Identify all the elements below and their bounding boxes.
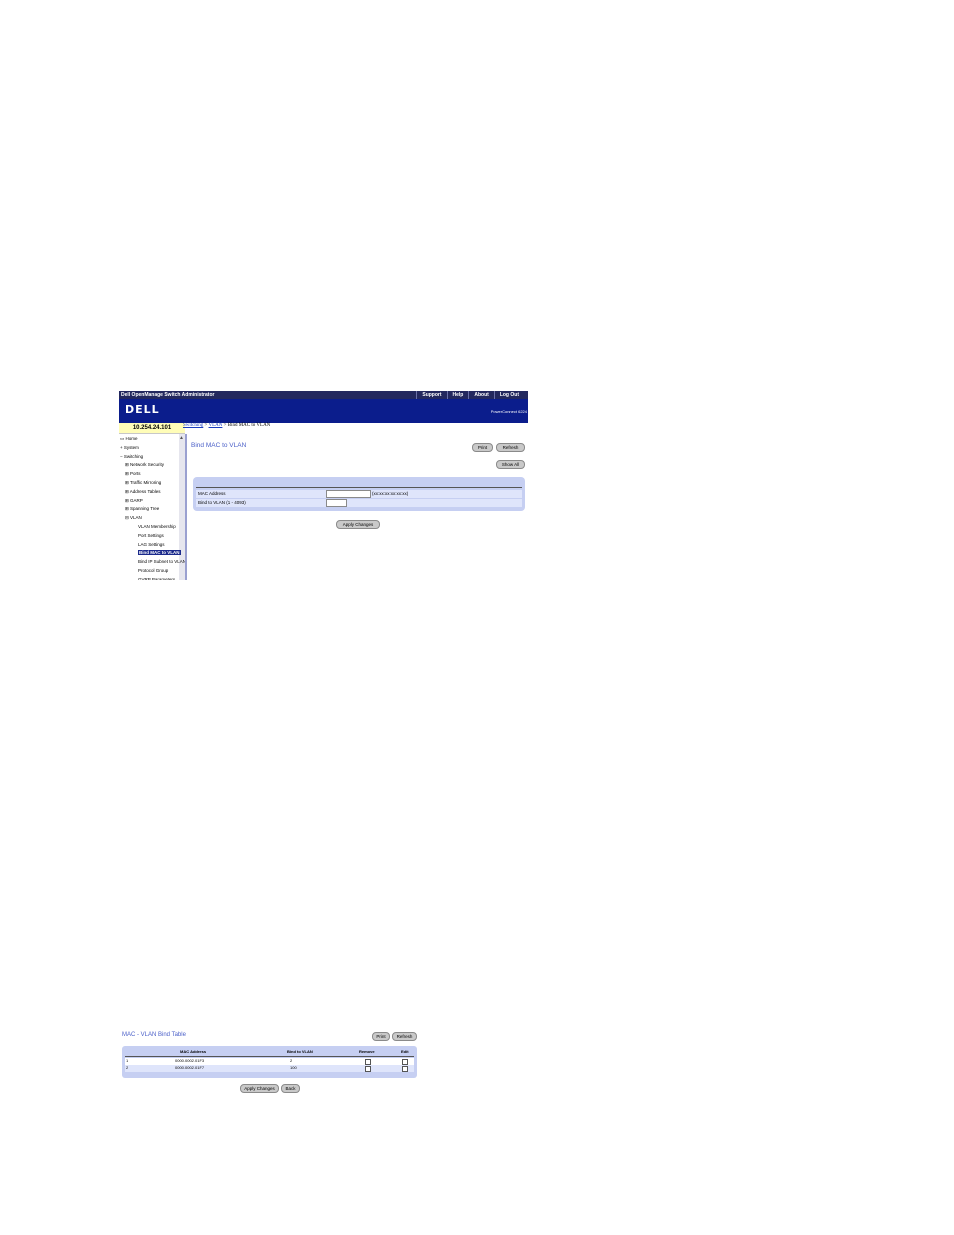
sidebar-item-home[interactable]: ▭ Home — [120, 436, 138, 442]
sidebar-item-label: Home — [125, 436, 138, 441]
vlan-id-input[interactable] — [326, 499, 347, 507]
breadcrumb-vlan[interactable]: VLAN — [209, 423, 223, 428]
back-button[interactable]: Back — [281, 1084, 300, 1093]
remove-checkbox[interactable] — [365, 1066, 371, 1072]
sidebar-item-label: Bind IP Subnet to VLAN — [138, 559, 186, 565]
apply-changes-button[interactable]: Apply Changes — [240, 1084, 279, 1093]
sidebar-item-label: Network Security — [130, 462, 165, 468]
row-vlan: 2 — [290, 1058, 293, 1063]
row-mac: 0000.0002.01F7 — [175, 1065, 205, 1070]
logout-link[interactable]: Log Out — [493, 391, 524, 399]
sidebar-item-bind-ip-subnet-to-vlan[interactable]: Bind IP Subnet to VLAN — [138, 559, 186, 564]
row-mac: 0000.0002.01F3 — [175, 1058, 205, 1063]
sidebar-item-protocol-group[interactable]: Protocol Group — [138, 568, 168, 573]
mac-vlan-table-window: MAC - VLAN Bind Table Print Refresh MAC … — [119, 1030, 419, 1094]
mac-address-label: MAC Address — [198, 491, 226, 496]
sidebar-item-spanning-tree[interactable]: ⊞ Spanning Tree — [125, 506, 159, 512]
top-links: Support Help About Log Out — [416, 391, 524, 399]
vlan-row: Bind to VLAN (1 - 4093) — [196, 499, 522, 507]
mac-address-row: MAC Address (xx:xx:xx:xx:xx:xx) — [196, 490, 522, 498]
sidebar-item-label: Bind MAC to VLAN — [139, 550, 180, 556]
breadcrumb: Switching > VLAN > Bind MAC to VLAN — [183, 423, 270, 428]
print-button[interactable]: Print — [372, 1032, 390, 1041]
dell-logo: DELL — [125, 403, 160, 416]
sidebar-item-label: Spanning Tree — [130, 506, 160, 512]
sidebar-item-traffic-mirroring[interactable]: ⊞ Traffic Mirroring — [125, 480, 161, 486]
switch-admin-window: Dell OpenManage Switch Administrator Sup… — [119, 391, 528, 580]
row-index: 2 — [126, 1065, 129, 1070]
sidebar-item-label: Switching — [123, 453, 144, 459]
refresh-button[interactable]: Refresh — [392, 1032, 417, 1041]
app-title: Dell OpenManage Switch Administrator — [121, 392, 215, 398]
sidebar-item-label: VLAN — [130, 515, 142, 521]
sidebar-item-lag-settings[interactable]: LAG Settings — [138, 542, 165, 547]
banner: DELL PowerConnect 6224 — [119, 399, 528, 423]
sidebar-tree: ▲ ▭ Home + System − Switching ⊞ Network Sec… — [119, 434, 186, 580]
top-bar: Dell OpenManage Switch Administrator Sup… — [119, 391, 528, 399]
sidebar-item-label: Traffic Mirroring — [129, 480, 162, 485]
table-page-title: MAC - VLAN Bind Table — [122, 1032, 186, 1038]
sidebar-item-garp[interactable]: ⊞ GARP — [125, 498, 143, 504]
breadcrumb-current: Bind MAC to VLAN — [227, 423, 271, 428]
col-remove: Remove — [359, 1049, 375, 1054]
table-row: 1 0000.0002.01F3 2 — [125, 1058, 414, 1065]
mac-address-input[interactable] — [326, 490, 371, 498]
sidebar-item-label: Protocol Group — [138, 568, 169, 573]
apply-changes-button[interactable]: Apply Changes — [336, 520, 380, 529]
print-button[interactable]: Print — [472, 443, 493, 452]
page-title: Bind MAC to VLAN — [191, 442, 247, 449]
form-divider — [196, 487, 522, 488]
show-all-button[interactable]: Show All — [496, 460, 525, 469]
support-link[interactable]: Support — [416, 391, 446, 399]
frame-divider[interactable] — [185, 434, 187, 580]
sidebar-item-network-security[interactable]: ⊞ Network Security — [125, 462, 164, 468]
bind-mac-form: MAC Address (xx:xx:xx:xx:xx:xx) Bind to … — [193, 477, 525, 511]
sidebar-item-label: Port Settings — [138, 532, 164, 538]
sidebar-item-port-settings[interactable]: Port Settings — [138, 533, 164, 538]
sidebar-item-system[interactable]: + System — [120, 445, 139, 450]
col-bind-to-vlan: Bind to VLAN — [287, 1049, 313, 1054]
sidebar-item-label: VLAN Membership — [138, 524, 176, 529]
sidebar-item-ports[interactable]: ⊞ Ports — [125, 471, 141, 477]
scroll-up-arrow-icon[interactable]: ▲ — [179, 435, 184, 441]
sidebar-item-gvrp-parameters[interactable]: GVRP Parameters — [138, 577, 175, 580]
sidebar-item-switching[interactable]: − Switching — [120, 454, 143, 459]
bind-table: MAC Address Bind to VLAN Remove Edit 1 0… — [122, 1046, 417, 1078]
sidebar-item-address-tables[interactable]: ⊞ Address Tables — [125, 489, 160, 495]
sidebar-item-vlan-membership[interactable]: VLAN Membership — [138, 524, 176, 529]
row-vlan: 100 — [290, 1065, 297, 1070]
help-link[interactable]: Help — [446, 391, 469, 399]
col-edit: Edit — [401, 1049, 409, 1054]
col-mac-address: MAC Address — [180, 1049, 207, 1054]
product-name: PowerConnect 6224 — [490, 409, 527, 414]
table-header: MAC Address Bind to VLAN Remove Edit — [125, 1049, 414, 1056]
sidebar-item-label: LAG Settings — [138, 541, 165, 547]
table-row: 2 0000.0002.01F7 100 — [125, 1065, 414, 1072]
vlan-label: Bind to VLAN (1 - 4093) — [198, 500, 246, 505]
sidebar-item-label: Address Tables — [129, 488, 161, 494]
sidebar-item-label: Ports — [130, 471, 141, 477]
edit-checkbox[interactable] — [402, 1066, 408, 1072]
sidebar-item-vlan[interactable]: ⊟ VLAN — [125, 515, 142, 521]
sidebar-item-bind-mac-to-vlan[interactable]: Bind MAC to VLAN — [138, 550, 181, 556]
sidebar-item-label: GVRP Parameters — [138, 576, 176, 580]
about-link[interactable]: About — [468, 391, 493, 399]
sidebar-item-label: GARP — [130, 497, 143, 503]
table-header-line — [125, 1056, 414, 1057]
ip-address: 10.254.24.101 — [119, 423, 185, 434]
row-index: 1 — [126, 1058, 129, 1063]
refresh-button[interactable]: Refresh — [496, 443, 525, 452]
mac-format-hint: (xx:xx:xx:xx:xx:xx) — [372, 491, 409, 496]
sidebar-item-label: System — [123, 444, 139, 450]
breadcrumb-switching[interactable]: Switching — [183, 423, 203, 428]
